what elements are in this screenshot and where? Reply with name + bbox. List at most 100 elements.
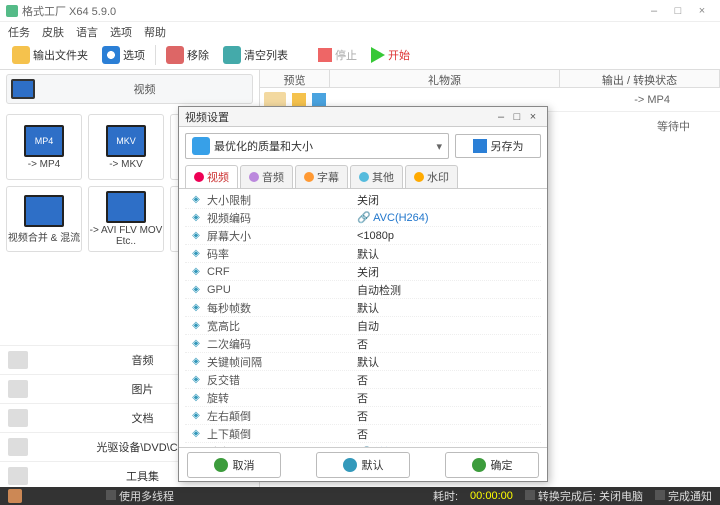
clear-list-label: 清空列表 (244, 47, 288, 63)
clear-icon (223, 46, 241, 64)
chevron-down-icon: ▾ (436, 140, 442, 153)
tab-video[interactable]: 视频 (185, 165, 238, 188)
property-key: CRF (207, 266, 357, 278)
category-header-video[interactable]: 视频 (6, 74, 253, 104)
property-row[interactable]: ◈屏幕大小<1080p (185, 227, 541, 245)
property-key: 大小限制 (207, 192, 357, 208)
clear-list-button[interactable]: 清空列表 (219, 44, 292, 66)
app-icon (6, 5, 18, 17)
col-source[interactable]: 礼物源 (330, 70, 560, 87)
property-row[interactable]: ◈GPU自动检测 (185, 281, 541, 299)
dialog-minimize-button[interactable]: – (493, 111, 509, 123)
video-settings-dialog: 视频设置 – □ × 最优化的质量和大小 ▾ 另存为 视频 音频 字幕 其他 水… (178, 106, 548, 482)
profile-icon (192, 137, 210, 155)
property-row[interactable]: ◈左右颠倒否 (185, 407, 541, 425)
property-row[interactable]: ◈旋转否 (185, 389, 541, 407)
format-caption: -> MP4 (28, 159, 61, 170)
property-key: 反交错 (207, 372, 357, 388)
category-icon (8, 351, 28, 369)
multithread-toggle[interactable]: 使用多线程 (106, 488, 174, 504)
taskbar-app-icon[interactable] (8, 489, 22, 503)
ok-button[interactable]: 确定 (445, 452, 539, 478)
checkbox-icon (655, 490, 665, 500)
remove-button[interactable]: 移除 (162, 44, 213, 66)
save-as-button[interactable]: 另存为 (455, 134, 541, 158)
back-icon (214, 458, 228, 472)
property-value: 关闭 (357, 192, 541, 208)
menu-options[interactable]: 选项 (110, 24, 132, 38)
cancel-button[interactable]: 取消 (187, 452, 281, 478)
property-row[interactable]: ◈大小限制关闭 (185, 191, 541, 209)
property-row[interactable]: ◈码率默认 (185, 245, 541, 263)
play-icon (371, 47, 385, 63)
video-icon (194, 172, 204, 182)
property-key: 码率 (207, 246, 357, 262)
save-as-label: 另存为 (491, 138, 524, 154)
dialog-close-button[interactable]: × (525, 111, 541, 123)
dialog-body: ◈大小限制关闭◈视频编码🔗 AVC(H264)◈屏幕大小<1080p◈码率默认◈… (179, 189, 547, 447)
property-row[interactable]: ◈每秒帧数默认 (185, 299, 541, 317)
close-button[interactable]: × (690, 5, 714, 17)
dialog-footer: 取消 默认 确定 (179, 447, 547, 481)
property-value: 默认 (357, 300, 541, 316)
property-key: GPU (207, 284, 357, 296)
audio-icon (249, 172, 259, 182)
property-row[interactable]: ◈CRF关闭 (185, 263, 541, 281)
maximize-button[interactable]: □ (666, 5, 690, 17)
property-value: 否 (357, 426, 541, 442)
property-icon: ◈ (189, 265, 203, 279)
format-thumb-icon: MKV (106, 125, 146, 157)
start-button[interactable]: 开始 (367, 45, 414, 65)
tab-audio[interactable]: 音频 (240, 165, 293, 188)
format-caption: 视频合并 & 混流 (8, 229, 80, 244)
profile-dropdown[interactable]: 最优化的质量和大小 ▾ (185, 133, 449, 159)
property-row[interactable]: ◈二次编码否 (185, 335, 541, 353)
after-done-toggle[interactable]: 转换完成后: 关闭电脑 (525, 488, 643, 504)
menu-help[interactable]: 帮助 (144, 24, 166, 38)
property-key: 左右颠倒 (207, 408, 357, 424)
target-format: -> MP4 (634, 94, 670, 106)
menu-skin[interactable]: 皮肤 (42, 24, 64, 38)
subtitle-icon (304, 172, 314, 182)
property-row[interactable]: ◈上下颠倒否 (185, 425, 541, 443)
property-row[interactable]: ◈宽高比自动 (185, 317, 541, 335)
property-row[interactable]: ◈反交错否 (185, 371, 541, 389)
property-icon: ◈ (189, 409, 203, 423)
col-output-status[interactable]: 输出 / 转换状态 (560, 70, 720, 87)
stop-button[interactable]: 停止 (314, 45, 361, 65)
file-icon (312, 93, 326, 107)
property-row[interactable]: ◈视频编码🔗 AVC(H264) (185, 209, 541, 227)
property-icon: ◈ (189, 301, 203, 315)
tab-subtitle[interactable]: 字幕 (295, 165, 348, 188)
minimize-button[interactable]: – (642, 5, 666, 17)
options-label: 选项 (123, 47, 145, 63)
dialog-top-row: 最优化的质量和大小 ▾ 另存为 (179, 127, 547, 165)
elapsed-value: 00:00:00 (470, 490, 513, 502)
property-icon: ◈ (189, 355, 203, 369)
property-key: 旋转 (207, 390, 357, 406)
format-tile[interactable]: -> AVI FLV MOV Etc.. (88, 186, 164, 252)
tab-other[interactable]: 其他 (350, 165, 403, 188)
menu-task[interactable]: 任务 (8, 24, 30, 38)
format-tile[interactable]: 视频合并 & 混流 (6, 186, 82, 252)
watermark-icon (414, 172, 424, 182)
property-value: 默认 (357, 246, 541, 262)
format-tile[interactable]: MKV-> MKV (88, 114, 164, 180)
property-icon: ◈ (189, 427, 203, 441)
output-folder-button[interactable]: 输出文件夹 (8, 44, 92, 66)
options-button[interactable]: 选项 (98, 44, 149, 66)
property-row[interactable]: ◈关键帧间隔默认 (185, 353, 541, 371)
other-icon (359, 172, 369, 182)
property-key: 屏幕大小 (207, 228, 357, 244)
format-thumb-icon (106, 191, 146, 223)
default-button[interactable]: 默认 (316, 452, 410, 478)
stop-label: 停止 (335, 47, 357, 63)
format-tile[interactable]: MP4-> MP4 (6, 114, 82, 180)
notify-toggle[interactable]: 完成通知 (655, 488, 712, 504)
col-preview[interactable]: 预览 (260, 70, 330, 87)
remove-icon (166, 46, 184, 64)
dialog-maximize-button[interactable]: □ (509, 111, 525, 123)
tab-watermark[interactable]: 水印 (405, 165, 458, 188)
property-key: 视频编码 (207, 210, 357, 226)
menu-language[interactable]: 语言 (76, 24, 98, 38)
